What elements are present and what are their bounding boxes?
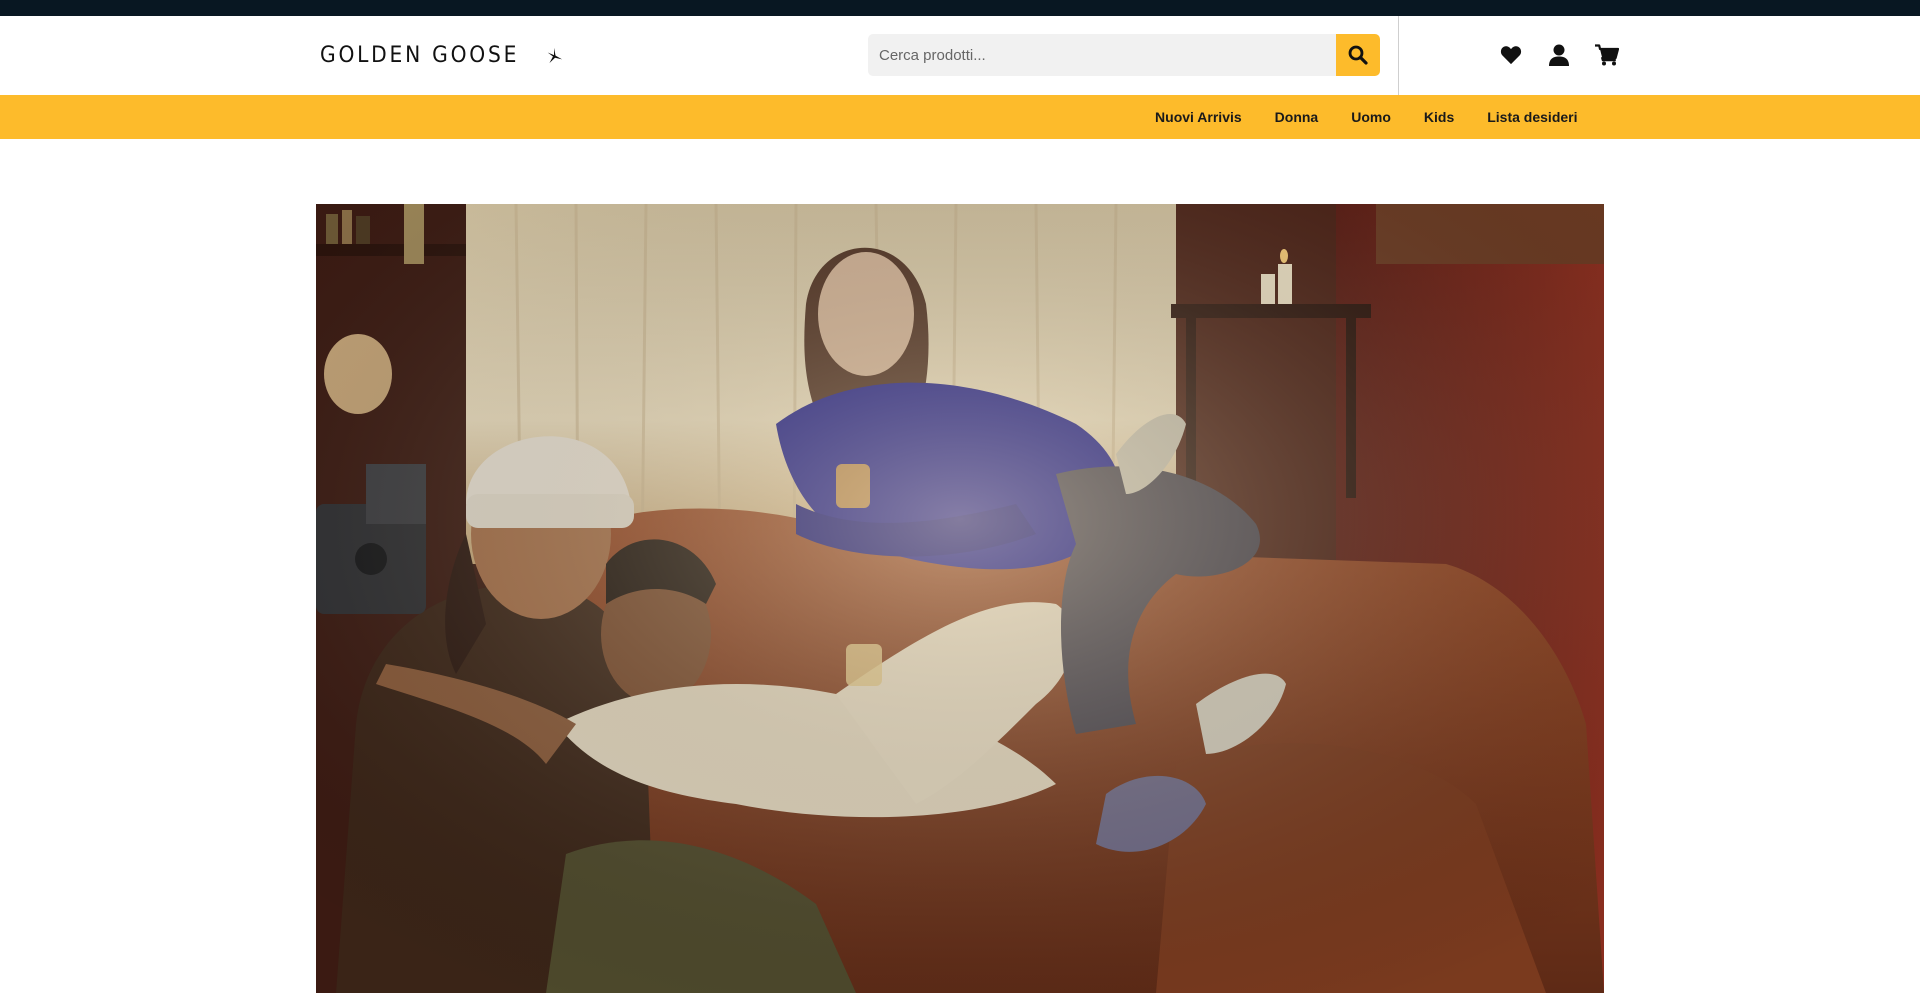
brand-logo-text: GOLDEN GOOSE bbox=[320, 42, 520, 68]
wishlist-button[interactable] bbox=[1487, 42, 1535, 68]
cart-button[interactable] bbox=[1583, 42, 1631, 68]
main-navigation-bar: Nuovi Arrivis Donna Uomo Kids Lista desi… bbox=[0, 95, 1920, 139]
cart-icon bbox=[1595, 44, 1619, 66]
nav-item-men[interactable]: Uomo bbox=[1335, 109, 1408, 125]
nav-item-wishlist[interactable]: Lista desideri bbox=[1471, 109, 1594, 125]
heart-icon bbox=[1500, 46, 1522, 65]
search-button[interactable] bbox=[1336, 34, 1380, 76]
user-icon bbox=[1549, 44, 1569, 66]
main-nav: Nuovi Arrivis Donna Uomo Kids Lista desi… bbox=[1139, 95, 1594, 139]
hero-campaign-image[interactable] bbox=[316, 204, 1604, 993]
account-button[interactable] bbox=[1535, 42, 1583, 68]
top-strip bbox=[0, 0, 1920, 16]
search-bar bbox=[868, 34, 1380, 76]
nav-item-kids[interactable]: Kids bbox=[1407, 109, 1470, 125]
nav-item-women[interactable]: Donna bbox=[1258, 109, 1335, 125]
header-actions bbox=[1487, 42, 1631, 68]
hero-photo-illustration bbox=[316, 204, 1604, 993]
star-icon bbox=[548, 47, 563, 63]
site-header: GOLDEN GOOSE bbox=[0, 16, 1920, 95]
header-divider bbox=[1398, 16, 1399, 95]
search-icon bbox=[1348, 45, 1368, 65]
search-input[interactable] bbox=[868, 34, 1336, 76]
nav-item-new-arrivals[interactable]: Nuovi Arrivis bbox=[1139, 109, 1259, 125]
brand-logo[interactable]: GOLDEN GOOSE bbox=[320, 42, 563, 68]
